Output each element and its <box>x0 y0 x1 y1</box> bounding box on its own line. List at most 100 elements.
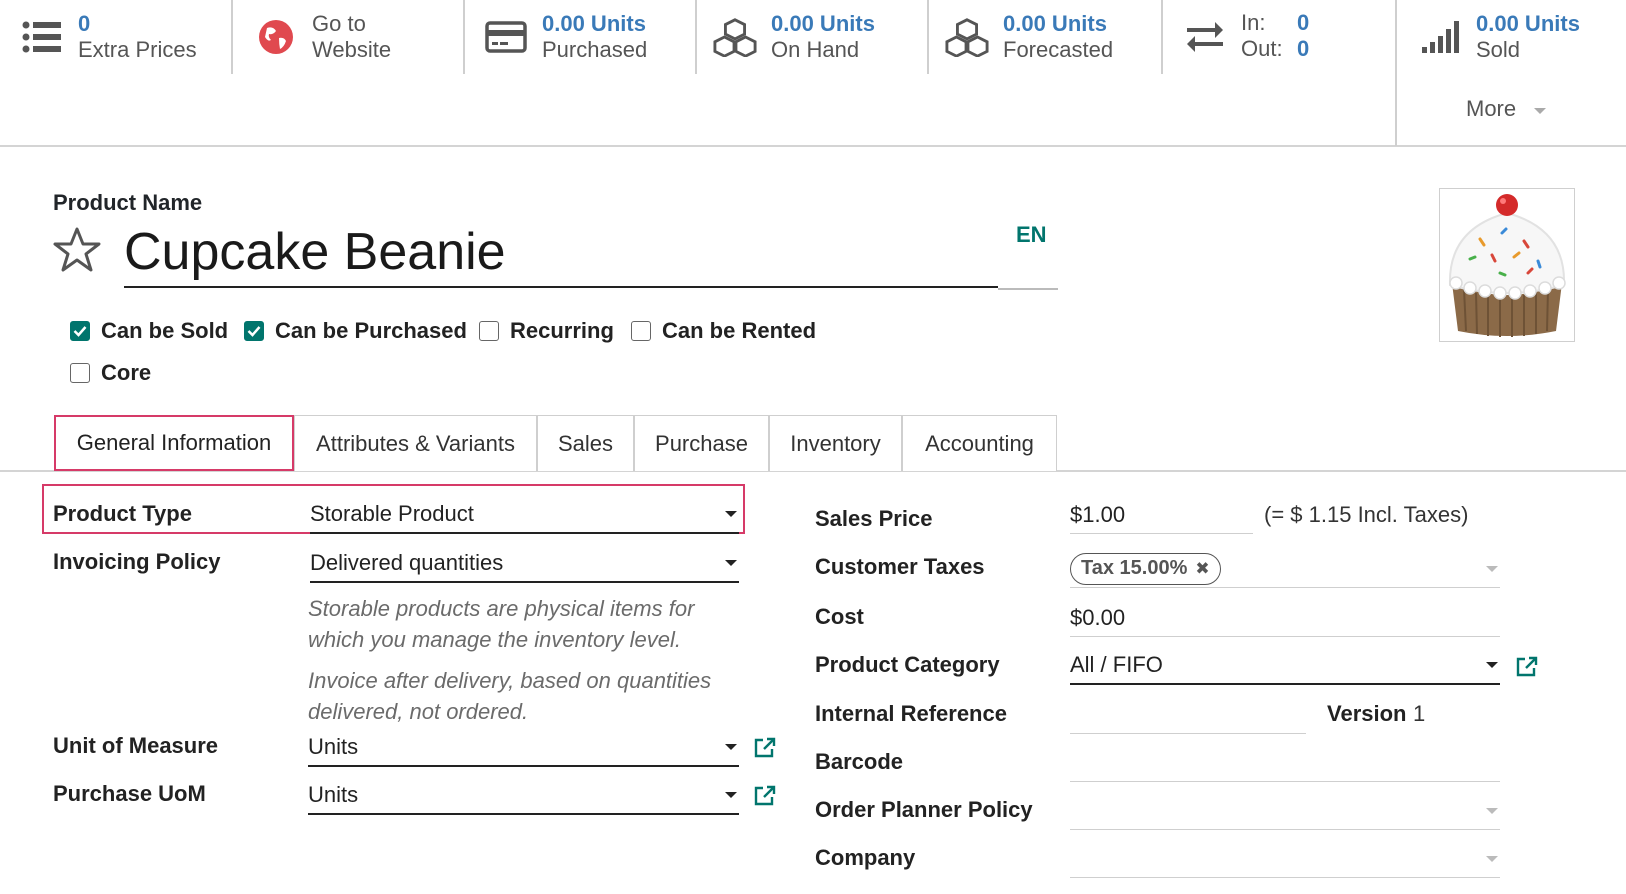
can-be-purchased-checkbox[interactable]: Can be Purchased <box>244 318 467 344</box>
invoicing-policy-select[interactable]: Delivered quantities <box>310 545 739 583</box>
order-planner-policy-select[interactable] <box>1070 792 1500 830</box>
purchased-button[interactable]: 0.00 Units Purchased <box>484 0 647 74</box>
company-select[interactable] <box>1070 840 1500 878</box>
caret-down-icon <box>725 511 737 517</box>
website-line1: Go to <box>312 11 366 36</box>
in-out-counts[interactable]: In: 0 Out: 0 <box>1241 10 1309 62</box>
product-type-select[interactable]: Storable Product <box>310 496 739 534</box>
divider <box>927 0 929 74</box>
tab-purchase[interactable]: Purchase <box>634 415 769 471</box>
customer-taxes-field[interactable]: Tax 15.00% ✖ <box>1070 550 1500 588</box>
invoice-help-text: Invoice after delivery, based on quantit… <box>308 668 712 724</box>
in-out-button[interactable] <box>1183 0 1241 74</box>
divider <box>1395 0 1397 146</box>
divider <box>1161 0 1163 74</box>
internal-reference-label: Internal Reference <box>815 701 1007 726</box>
cubes-icon <box>945 15 989 59</box>
website-line2: Website <box>312 37 392 62</box>
invoicing-policy-value: Delivered quantities <box>310 550 504 575</box>
customer-taxes-label: Customer Taxes <box>815 554 985 579</box>
can-be-sold-label: Can be Sold <box>101 318 229 343</box>
tab-general-information[interactable]: General Information <box>54 415 294 471</box>
caret-down-icon <box>725 560 737 566</box>
on-hand-button[interactable]: 0.00 Units On Hand <box>713 0 875 74</box>
checkbox-empty-icon <box>631 321 651 341</box>
purchased-value: 0.00 Units <box>542 11 646 36</box>
globe-icon <box>254 15 298 59</box>
star-icon[interactable] <box>52 226 104 274</box>
signal-bars-icon <box>1418 15 1462 59</box>
unit-of-measure-value: Units <box>308 734 359 759</box>
caret-down-icon <box>1486 855 1498 862</box>
tab-inventory[interactable]: Inventory <box>769 415 902 471</box>
checkbox-empty-icon <box>479 321 499 341</box>
external-link-icon[interactable] <box>753 784 777 808</box>
unit-of-measure-select[interactable]: Units <box>308 729 739 767</box>
company-label: Company <box>815 845 916 870</box>
smart-button-bar: 0 Extra Prices Go to Website 0.00 Units … <box>0 0 1626 147</box>
tax-tag-label: Tax 15.00% <box>1081 557 1188 579</box>
sales-price-value: $1.00 <box>1070 501 1126 527</box>
caret-down-icon <box>725 792 737 798</box>
storable-help-text: Storable products are physical items for… <box>308 596 695 652</box>
price-incl-taxes: (= $ 1.15 Incl. Taxes) <box>1264 502 1469 527</box>
go-to-website-button[interactable]: Go to Website <box>254 0 391 74</box>
extra-prices-label: Extra Prices <box>78 37 197 62</box>
caret-down-icon <box>1534 107 1547 114</box>
close-icon[interactable]: ✖ <box>1195 559 1209 579</box>
sold-button[interactable]: 0.00 Units Sold <box>1418 0 1580 74</box>
caret-down-icon <box>1486 807 1498 814</box>
in-value: 0 <box>1297 10 1310 35</box>
core-checkbox[interactable]: Core <box>70 360 151 386</box>
can-be-rented-label: Can be Rented <box>662 318 817 343</box>
cost-label: Cost <box>815 604 864 629</box>
recurring-label: Recurring <box>510 318 614 343</box>
product-category-label: Product Category <box>815 652 1000 677</box>
product-type-label: Product Type <box>53 501 192 526</box>
can-be-rented-checkbox[interactable]: Can be Rented <box>631 318 816 344</box>
external-link-icon[interactable] <box>753 736 777 760</box>
tab-label: Attributes & Variants <box>316 430 515 456</box>
more-dropdown[interactable]: More <box>1466 96 1547 122</box>
tab-sales[interactable]: Sales <box>537 415 634 471</box>
out-label: Out: <box>1241 36 1283 61</box>
out-value: 0 <box>1297 36 1310 61</box>
order-planner-policy-label: Order Planner Policy <box>815 797 1033 822</box>
barcode-input[interactable] <box>1070 744 1500 782</box>
external-link-icon[interactable] <box>1515 655 1539 679</box>
recurring-checkbox[interactable]: Recurring <box>479 318 614 344</box>
on-hand-label: On Hand <box>771 37 860 62</box>
product-name-label: Product Name <box>53 190 203 215</box>
list-icon <box>20 15 64 59</box>
tab-accounting[interactable]: Accounting <box>902 415 1057 471</box>
internal-reference-input[interactable] <box>1070 696 1306 734</box>
can-be-sold-checkbox[interactable]: Can be Sold <box>70 318 228 344</box>
cost-input[interactable]: $0.00 <box>1070 599 1500 637</box>
tab-label: Inventory <box>790 430 881 456</box>
in-label: In: <box>1241 10 1266 35</box>
purchase-uom-value: Units <box>308 782 359 807</box>
product-image[interactable] <box>1439 188 1575 342</box>
barcode-label: Barcode <box>815 749 904 774</box>
tab-label: General Information <box>76 430 272 455</box>
purchase-uom-select[interactable]: Units <box>308 777 739 815</box>
extra-prices-button[interactable]: 0 Extra Prices <box>20 0 197 74</box>
credit-card-icon <box>484 15 528 59</box>
caret-down-icon <box>725 744 737 750</box>
on-hand-value: 0.00 Units <box>771 11 875 36</box>
forecasted-button[interactable]: 0.00 Units Forecasted <box>945 0 1113 74</box>
tab-attributes-variants[interactable]: Attributes & Variants <box>294 415 537 471</box>
language-button[interactable]: EN <box>1016 222 1047 248</box>
forecasted-label: Forecasted <box>1003 37 1114 62</box>
tax-tag: Tax 15.00% ✖ <box>1070 552 1221 585</box>
caret-down-icon <box>1486 662 1498 668</box>
tab-label: Accounting <box>925 430 1034 456</box>
cost-value: $0.00 <box>1070 604 1126 630</box>
product-category-value: All / FIFO <box>1070 652 1163 677</box>
caret-down-icon <box>1486 565 1498 572</box>
product-name-input[interactable] <box>124 218 998 288</box>
checkbox-empty-icon <box>70 363 90 383</box>
sales-price-input[interactable]: $1.00 <box>1070 496 1253 534</box>
product-category-select[interactable]: All / FIFO <box>1070 647 1500 685</box>
extra-prices-count: 0 <box>78 11 91 36</box>
